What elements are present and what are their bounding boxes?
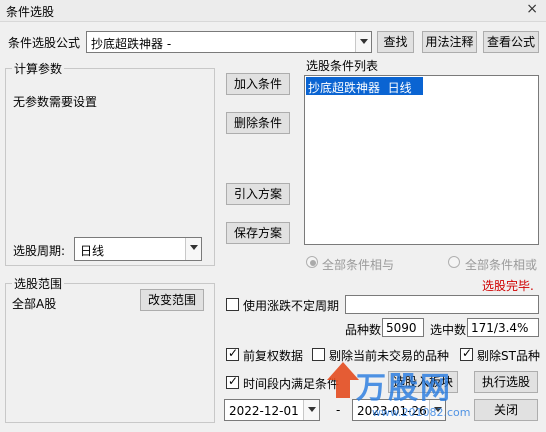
formula-dropdown-button[interactable] (355, 32, 371, 52)
save-plan-button[interactable]: 保存方案 (226, 222, 290, 244)
condition-item-label: 抄底超跌神器 日线 (308, 81, 412, 95)
radio-and[interactable] (306, 256, 318, 268)
add-condition-button[interactable]: 加入条件 (226, 73, 290, 95)
radio-dot (310, 260, 316, 266)
variable-period-checkbox[interactable] (226, 298, 239, 311)
formula-label: 条件选股公式 (8, 36, 81, 50)
forward-adjust-label: 前复权数据 (243, 349, 304, 363)
status-text: 选股完毕. (482, 279, 534, 293)
chevron-down-icon (190, 245, 198, 250)
watermark-logo: 万股网 (356, 371, 452, 406)
watermark-url: www.201082.com (372, 406, 471, 419)
change-range-button[interactable]: 改变范围 (140, 289, 204, 311)
list-item[interactable]: 抄底超跌神器 日线 (306, 77, 423, 95)
close-icon[interactable]: × (526, 1, 538, 17)
execute-button[interactable]: 执行选股 (474, 371, 538, 393)
period-dropdown-button[interactable] (185, 238, 201, 260)
delete-condition-button[interactable]: 删除条件 (226, 112, 290, 134)
chevron-down-icon (308, 407, 316, 412)
start-date-dropdown-button[interactable] (303, 400, 319, 420)
params-group-title: 计算参数 (12, 60, 65, 77)
period-value: 日线 (80, 244, 105, 258)
variable-period-label: 使用涨跌不定周期 (243, 299, 340, 313)
arrow-logo-icon (327, 362, 359, 398)
formula-select[interactable]: 抄底超跌神器 - (86, 31, 372, 53)
exclude-st-label: 剔除ST品种 (477, 349, 540, 363)
conditions-list-title: 选股条件列表 (306, 59, 379, 73)
view-formula-button[interactable]: 查看公式 (483, 31, 539, 53)
range-group-title: 选股范围 (12, 275, 65, 292)
find-button[interactable]: 查找 (377, 31, 414, 53)
forward-adjust-checkbox[interactable] (226, 346, 239, 361)
selected-count-label: 选中数 (430, 323, 467, 337)
selected-count-field: 171/3.4% (467, 318, 539, 337)
chevron-down-icon (360, 39, 368, 44)
window-title: 条件选股 (6, 5, 55, 19)
stock-count-value: 5090 (386, 321, 417, 335)
radio-and-label: 全部条件相与 (322, 258, 395, 272)
radio-or[interactable] (448, 256, 460, 268)
no-params-text: 无参数需要设置 (13, 95, 98, 109)
title-bar: 条件选股 × (0, 0, 546, 22)
conditions-list[interactable]: 抄底超跌神器 日线 (304, 75, 539, 245)
exclude-st-checkbox[interactable] (460, 346, 473, 361)
period-satisfy-label: 时间段内满足条件 (243, 377, 340, 391)
stock-count-field: 5090 (382, 318, 424, 337)
period-satisfy-checkbox[interactable] (226, 374, 239, 389)
start-date-value: 2022-12-01 (229, 404, 299, 418)
start-date-picker[interactable]: 2022-12-01 (224, 399, 320, 421)
formula-value: 抄底超跌神器 - (91, 37, 172, 51)
usage-button[interactable]: 用法注释 (422, 31, 477, 53)
period-select[interactable]: 日线 (74, 237, 202, 261)
range-value: 全部A股 (12, 297, 57, 311)
stock-count-label: 品种数 (345, 323, 382, 337)
selected-count-value: 171/3.4% (471, 321, 529, 335)
exclude-untraded-checkbox[interactable] (312, 348, 325, 361)
close-button[interactable]: 关闭 (474, 399, 538, 421)
variable-period-input[interactable] (345, 295, 539, 314)
date-separator: - (336, 403, 341, 417)
radio-or-label: 全部条件相或 (465, 258, 538, 272)
import-plan-button[interactable]: 引入方案 (226, 183, 290, 205)
period-label: 选股周期: (13, 244, 66, 258)
